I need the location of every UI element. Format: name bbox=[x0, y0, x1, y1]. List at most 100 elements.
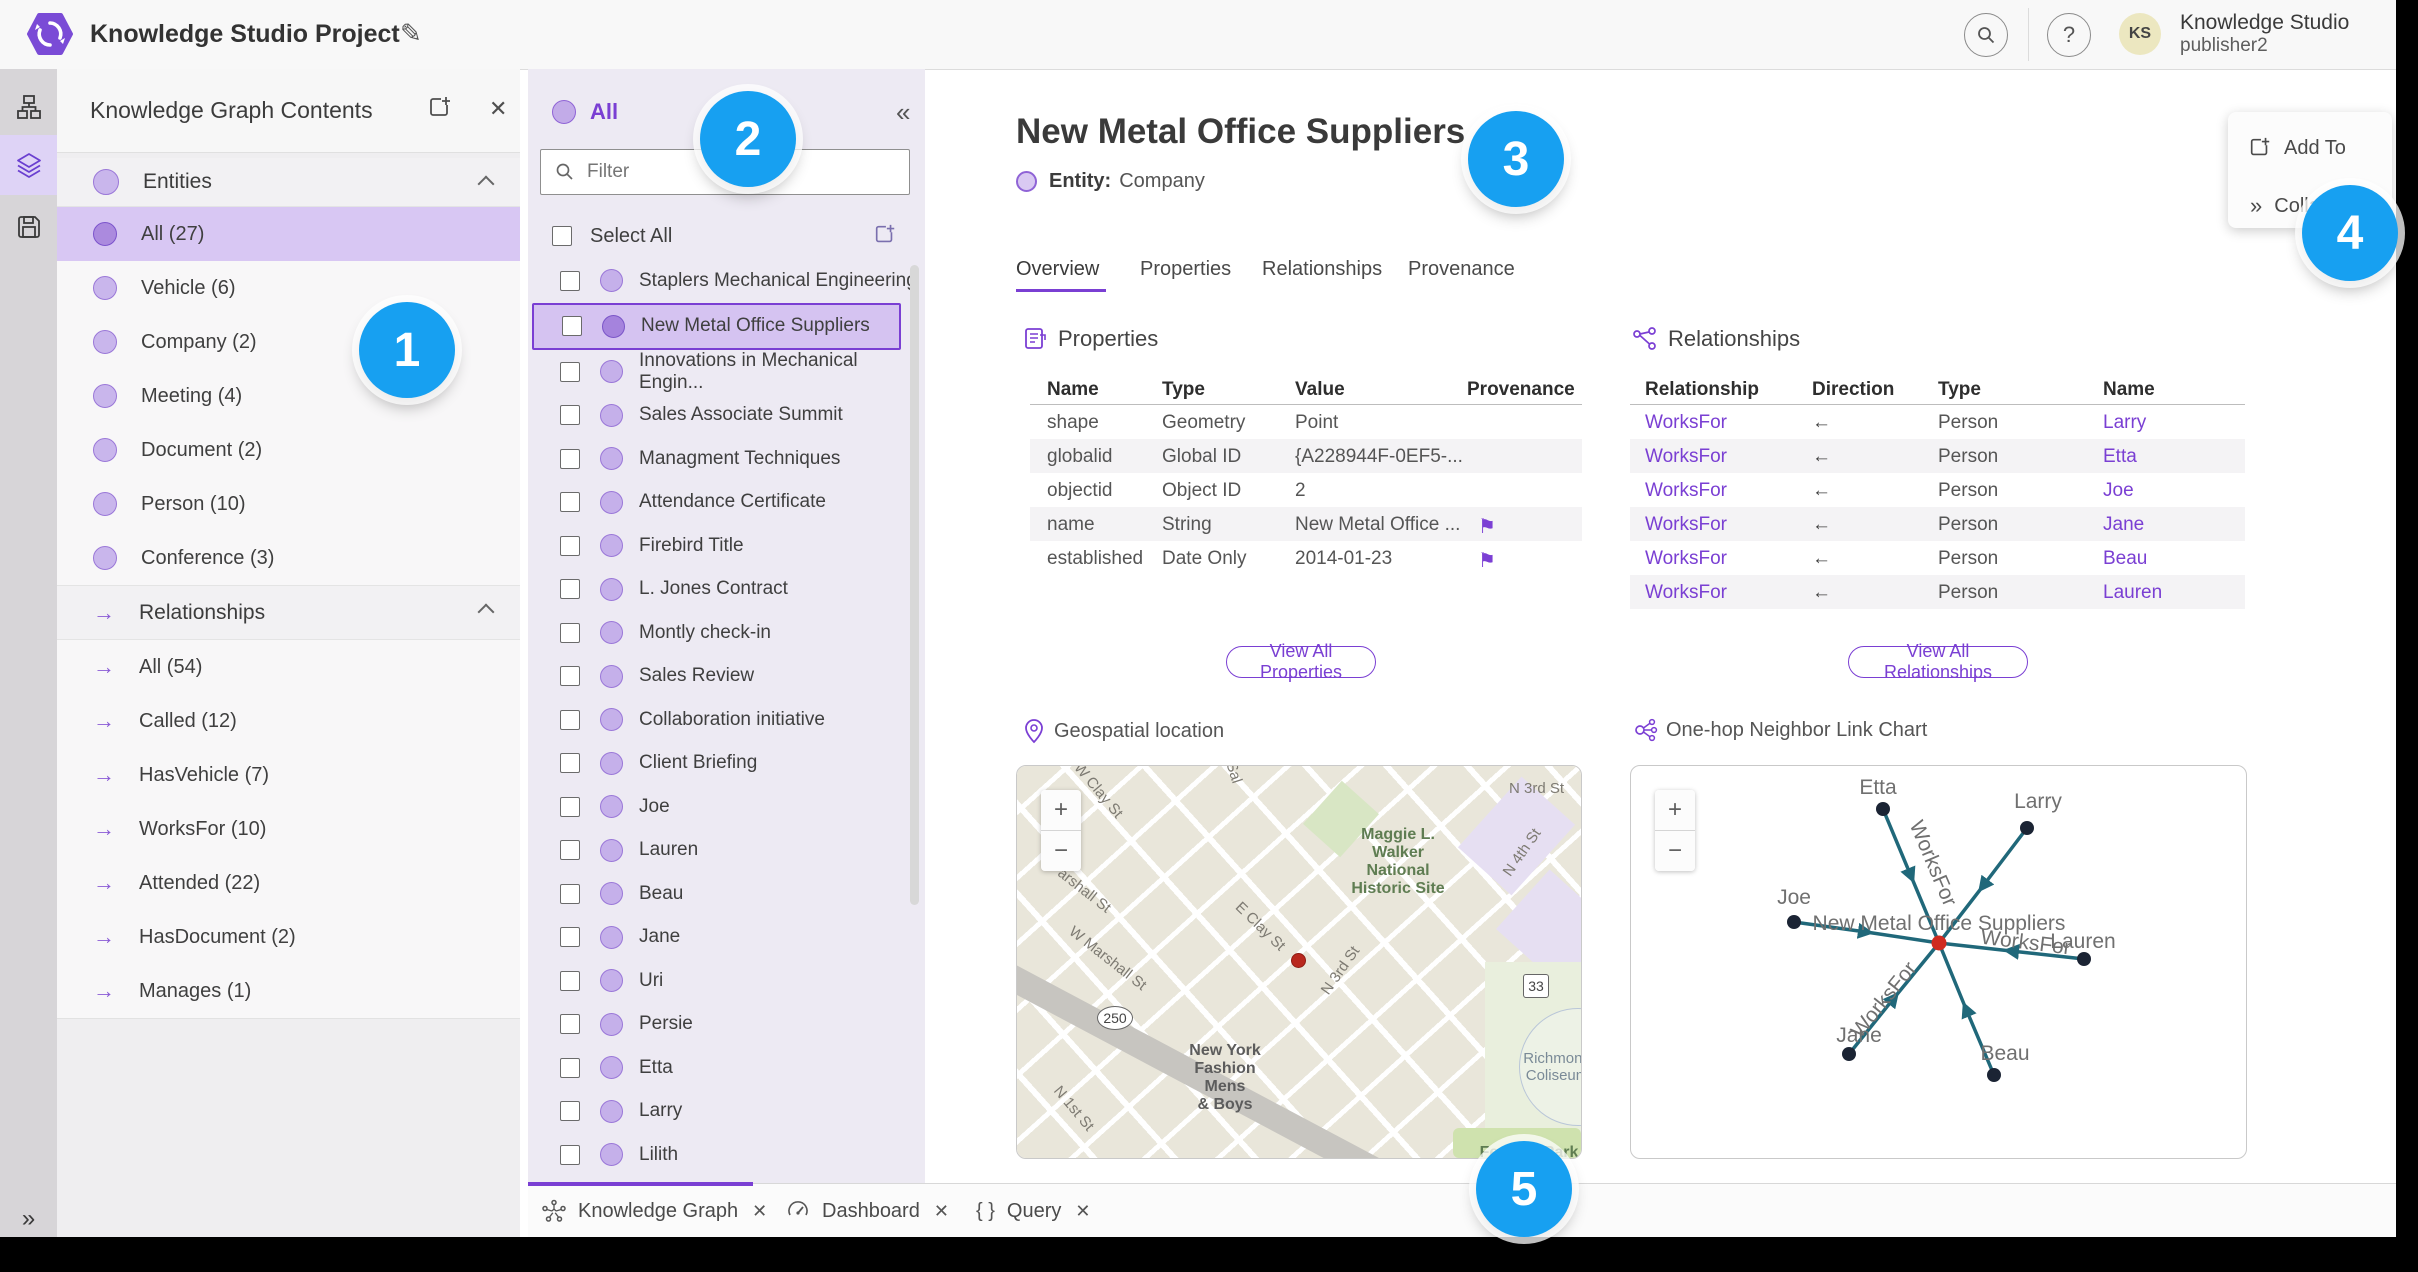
node-center[interactable] bbox=[1931, 935, 1947, 951]
list-item[interactable]: Montly check-in bbox=[532, 611, 925, 655]
node-larry[interactable] bbox=[2020, 821, 2034, 835]
tab-knowledge-graph[interactable]: Knowledge Graph ✕ bbox=[542, 1184, 767, 1238]
provenance-flag-icon[interactable]: ⚑ bbox=[1478, 514, 1496, 539]
relationship-link[interactable]: WorksFor bbox=[1645, 514, 1727, 536]
node-jane[interactable] bbox=[1842, 1047, 1856, 1061]
table-row[interactable]: globalid Global ID {A228944F-0EF5-... bbox=[1030, 439, 1582, 473]
item-checkbox[interactable] bbox=[560, 666, 580, 687]
entity-type-all[interactable]: All (27) bbox=[57, 207, 520, 261]
entity-type-meeting[interactable]: Meeting (4) bbox=[57, 369, 520, 423]
select-all-checkbox[interactable] bbox=[552, 226, 572, 246]
relationship-link[interactable]: WorksFor bbox=[1645, 412, 1727, 434]
item-checkbox[interactable] bbox=[560, 796, 580, 817]
collapse-entities-icon[interactable] bbox=[477, 175, 495, 193]
zoom-out-button[interactable]: − bbox=[1655, 831, 1695, 871]
list-item[interactable]: Firebird Title bbox=[532, 524, 925, 568]
item-checkbox[interactable] bbox=[560, 1057, 580, 1078]
item-checkbox[interactable] bbox=[560, 579, 580, 600]
add-to-panel-button[interactable] bbox=[427, 95, 453, 121]
edit-title-icon[interactable]: ✎ bbox=[400, 18, 422, 49]
menu-item-add-to[interactable]: Add To bbox=[2228, 126, 2392, 170]
name-link[interactable]: Jane bbox=[2103, 514, 2144, 536]
item-checkbox[interactable] bbox=[560, 361, 580, 382]
scrollbar[interactable] bbox=[910, 265, 919, 905]
list-item[interactable]: Managment Techniques bbox=[532, 437, 925, 481]
relationship-link[interactable]: WorksFor bbox=[1645, 480, 1727, 502]
item-checkbox[interactable] bbox=[560, 270, 580, 291]
table-row[interactable]: WorksFor ← Person Lauren bbox=[1630, 575, 2245, 609]
item-checkbox[interactable] bbox=[560, 927, 580, 948]
list-item[interactable]: Lilith bbox=[532, 1133, 925, 1177]
item-checkbox[interactable] bbox=[560, 1101, 580, 1122]
relationship-type-called[interactable]: → Called (12) bbox=[57, 694, 520, 748]
item-checkbox[interactable] bbox=[560, 448, 580, 469]
item-checkbox[interactable] bbox=[560, 883, 580, 904]
entity-type-person[interactable]: Person (10) bbox=[57, 477, 520, 531]
node-beau[interactable] bbox=[1987, 1068, 2001, 1082]
relationship-link[interactable]: WorksFor bbox=[1645, 446, 1727, 468]
view-all-properties-button[interactable]: View All Properties bbox=[1226, 641, 1376, 682]
collapse-relationships-icon[interactable] bbox=[477, 603, 495, 621]
table-row[interactable]: WorksFor ← Person Beau bbox=[1630, 541, 2245, 575]
list-item[interactable]: Lauren bbox=[532, 829, 925, 873]
relationship-link[interactable]: WorksFor bbox=[1645, 582, 1727, 604]
zoom-in-button[interactable]: + bbox=[1655, 790, 1695, 831]
add-item-button[interactable] bbox=[873, 223, 897, 247]
collapse-panel-icon[interactable]: « bbox=[896, 97, 910, 128]
tab-query[interactable]: { } Query ✕ bbox=[976, 1184, 1090, 1238]
name-link[interactable]: Larry bbox=[2103, 412, 2146, 434]
hierarchy-rail-button[interactable] bbox=[0, 77, 57, 137]
item-checkbox[interactable] bbox=[560, 405, 580, 426]
list-item[interactable]: Sales Associate Summit bbox=[532, 394, 925, 438]
entity-type-conference[interactable]: Conference (3) bbox=[57, 531, 520, 585]
list-item[interactable]: Collaboration initiative bbox=[532, 698, 925, 742]
save-rail-button[interactable] bbox=[0, 197, 57, 257]
name-link[interactable]: Beau bbox=[2103, 548, 2147, 570]
close-tab-icon[interactable]: ✕ bbox=[1075, 1201, 1090, 1222]
node-etta[interactable] bbox=[1876, 802, 1890, 816]
view-all-relationships-button[interactable]: View All Relationships bbox=[1848, 641, 2028, 682]
list-item[interactable]: Uri bbox=[532, 959, 925, 1003]
layers-rail-button[interactable] bbox=[0, 135, 57, 195]
node-lauren[interactable] bbox=[2077, 952, 2091, 966]
list-item-selected[interactable]: New Metal Office Suppliers bbox=[532, 302, 901, 350]
relationship-type-attended[interactable]: → Attended (22) bbox=[57, 856, 520, 910]
entity-type-document[interactable]: Document (2) bbox=[57, 423, 520, 477]
list-item[interactable]: Staplers Mechanical Engineering bbox=[532, 259, 925, 303]
avatar[interactable]: KS bbox=[2119, 13, 2161, 55]
table-row[interactable]: WorksFor ← Person Larry bbox=[1630, 405, 2245, 439]
item-checkbox[interactable] bbox=[560, 535, 580, 556]
zoom-in-button[interactable]: + bbox=[1041, 790, 1081, 831]
help-button[interactable]: ? bbox=[2047, 13, 2091, 57]
list-item[interactable]: Jane bbox=[532, 916, 925, 960]
link-chart-canvas[interactable]: Etta Larry Joe Lauren Jane Beau New Meta… bbox=[1631, 766, 2246, 1158]
list-item[interactable]: Attendance Certificate bbox=[532, 481, 925, 525]
node-joe[interactable] bbox=[1787, 915, 1801, 929]
relationship-type-hasvehicle[interactable]: → HasVehicle (7) bbox=[57, 748, 520, 802]
list-item[interactable]: Beau bbox=[532, 872, 925, 916]
provenance-flag-icon[interactable]: ⚑ bbox=[1478, 548, 1496, 573]
close-panel-icon[interactable]: ✕ bbox=[489, 96, 507, 122]
list-item[interactable]: Etta bbox=[532, 1046, 925, 1090]
list-item[interactable]: Larry bbox=[532, 1090, 925, 1134]
relationship-type-manages[interactable]: → Manages (1) bbox=[57, 964, 520, 1018]
entities-section-header[interactable]: Entities bbox=[57, 158, 520, 207]
relationships-section-header[interactable]: → Relationships bbox=[57, 585, 520, 640]
zoom-out-button[interactable]: − bbox=[1041, 831, 1081, 871]
tab-dashboard[interactable]: Dashboard ✕ bbox=[786, 1184, 949, 1238]
table-row[interactable]: shape Geometry Point bbox=[1030, 405, 1582, 439]
item-checkbox[interactable] bbox=[560, 709, 580, 730]
list-item[interactable]: Sales Review bbox=[532, 655, 925, 699]
list-item[interactable]: Client Briefing bbox=[532, 742, 925, 786]
item-checkbox[interactable] bbox=[562, 316, 582, 337]
name-link[interactable]: Joe bbox=[2103, 480, 2134, 502]
list-item[interactable]: Innovations in Mechanical Engin... bbox=[532, 350, 925, 394]
select-all-row[interactable]: Select All bbox=[540, 213, 915, 259]
name-link[interactable]: Etta bbox=[2103, 446, 2137, 468]
list-item[interactable]: Joe bbox=[532, 785, 925, 829]
geospatial-map[interactable]: W Clay St Sal N 3rd St Maggie L. Walker … bbox=[1016, 765, 1582, 1159]
item-checkbox[interactable] bbox=[560, 753, 580, 774]
name-link[interactable]: Lauren bbox=[2103, 582, 2162, 604]
link-chart[interactable]: Etta Larry Joe Lauren Jane Beau New Meta… bbox=[1630, 765, 2247, 1159]
list-item[interactable]: Persie bbox=[532, 1003, 925, 1047]
